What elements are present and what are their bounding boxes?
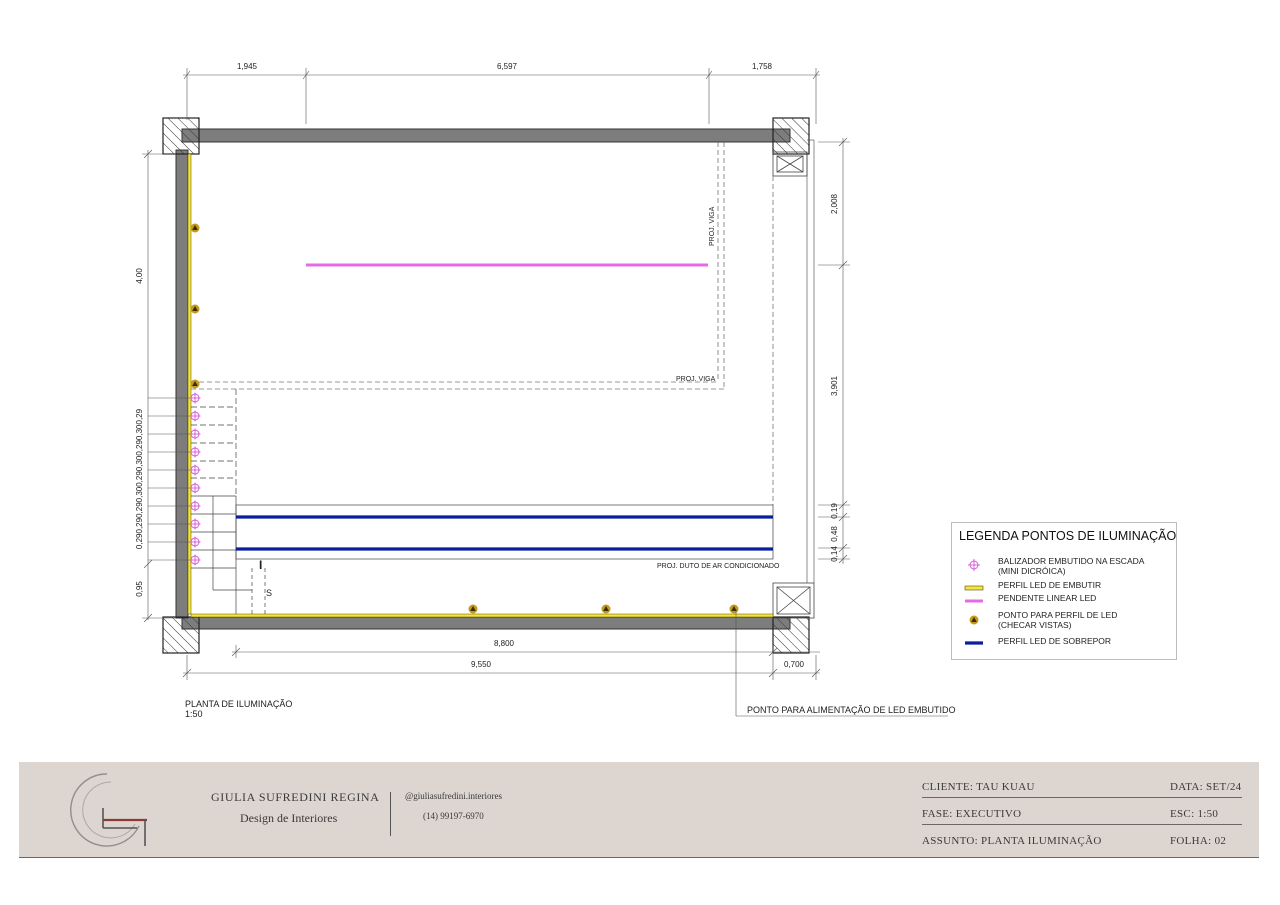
led-feed-point [190, 223, 200, 233]
field-fase: FASE: EXECUTIVO [922, 808, 1022, 820]
field-escala: ESC: 1:50 [1170, 808, 1219, 820]
field-cliente: CLIENTE: TAU KUAU [922, 781, 1035, 793]
dim-top-3: 1,758 [752, 62, 773, 71]
legend-item-balizador: BALIZADOR EMBUTIDO NA ESCADA (MINI DICRÓI… [952, 556, 1176, 579]
led-feed-point [729, 604, 739, 614]
brand-logo [70, 773, 147, 847]
dim-right-3: 0,19 [830, 503, 839, 519]
legend-title: LEGENDA PONTOS DE ILUMINAÇÃO [959, 529, 1177, 543]
dim-top-1: 1,945 [237, 62, 258, 71]
shaft-top-right [772, 151, 808, 177]
dim-right-2: 3,901 [830, 375, 839, 396]
dim-left-stairs: 0,290,290,290,300,290,300,290,300,29 [135, 408, 144, 549]
legend-item-label: PENDENTE LINEAR LED [998, 593, 1097, 603]
column-bottom-left [162, 616, 200, 654]
label-feed-note: PONTO PARA ALIMENTAÇÃO DE LED EMBUTIDO [747, 705, 956, 715]
stair [191, 389, 266, 615]
led-feed-point [601, 604, 611, 614]
lighting-legend: LEGENDA PONTOS DE ILUMINAÇÃO BALIZADOR E… [951, 522, 1177, 660]
led-embed-profile-bottom [190, 613, 774, 618]
field-folha: FOLHA: 02 [1170, 835, 1227, 847]
label-duct: PROJ. DUTO DE AR CONDICIONADO [657, 563, 780, 570]
phone-number: (14) 99197-6970 [423, 811, 484, 821]
column-top-right [772, 117, 810, 155]
led-feed-point [190, 379, 200, 389]
shaft-bottom-right [772, 582, 815, 619]
divider [922, 797, 1242, 798]
plan-scale: 1:50 [185, 709, 203, 719]
instagram-handle: @giuliasufredini.interiores [405, 791, 503, 801]
dim-right-5: 0,14 [830, 546, 839, 562]
blue-line-icon [965, 641, 983, 645]
field-data: DATA: SET/24 [1170, 781, 1242, 793]
legend-item-overlay: PERFIL LED DE SOBREPOR [952, 636, 1176, 659]
dim-corner-bottom: 0,700 [784, 660, 805, 669]
dim-outer-bottom: 9,550 [471, 660, 492, 669]
legend-item-label: PERFIL LED DE EMBUTIR [998, 580, 1102, 590]
dim-right-1: 2,008 [830, 193, 839, 214]
duct-projection [235, 504, 774, 560]
divider [390, 792, 391, 836]
stair-label-s: S [266, 588, 272, 598]
plan-title: PLANTA DE ILUMINAÇÃO [185, 699, 292, 709]
stair-label-i: I [259, 558, 262, 572]
wall-bottom [181, 616, 791, 630]
led-feed-point [468, 604, 478, 614]
field-assunto: ASSUNTO: PLANTA ILUMINAÇÃO [922, 835, 1102, 847]
label-beam-vertical: PROJ. VIGA [709, 206, 716, 246]
dim-left-main: 4,00 [135, 268, 144, 284]
dim-right-4: 0,48 [830, 526, 839, 542]
legend-item-label: PERFIL LED DE SOBREPOR [998, 636, 1112, 646]
divider [922, 824, 1242, 825]
beam-projection [191, 142, 774, 505]
led-feed-point [190, 304, 200, 314]
designer-subtitle: Design de Interiores [240, 811, 338, 825]
legend-item-label: BALIZADOR EMBUTIDO NA ESCADA (MINI DICRÓI… [998, 556, 1145, 576]
led-feed-points [190, 223, 739, 614]
designer-name: GIULIA SUFREDINI REGINA [211, 790, 380, 804]
label-beam-horizontal: PROJ. VIGA [676, 376, 716, 383]
legend-item-feed-point: PONTO PARA PERFIL DE LED (CHECAR VISTAS) [952, 610, 1176, 633]
legend-item-label: PONTO PARA PERFIL DE LED (CHECAR VISTAS) [998, 610, 1118, 630]
triangle-dot-icon [969, 615, 979, 625]
column-bottom-right [772, 616, 810, 654]
dim-top-2: 6,597 [497, 62, 518, 71]
dim-left-bottom: 0,95 [135, 581, 144, 597]
column-top-left [162, 117, 200, 155]
magenta-line-icon [965, 599, 983, 603]
wall-top [181, 128, 791, 143]
wall-left [175, 149, 189, 619]
dim-inner-bottom: 8,800 [494, 639, 515, 648]
crosshair-circle-icon [968, 559, 980, 571]
title-block: GIULIA SUFREDINI REGINA Design de Interi… [19, 762, 1259, 858]
